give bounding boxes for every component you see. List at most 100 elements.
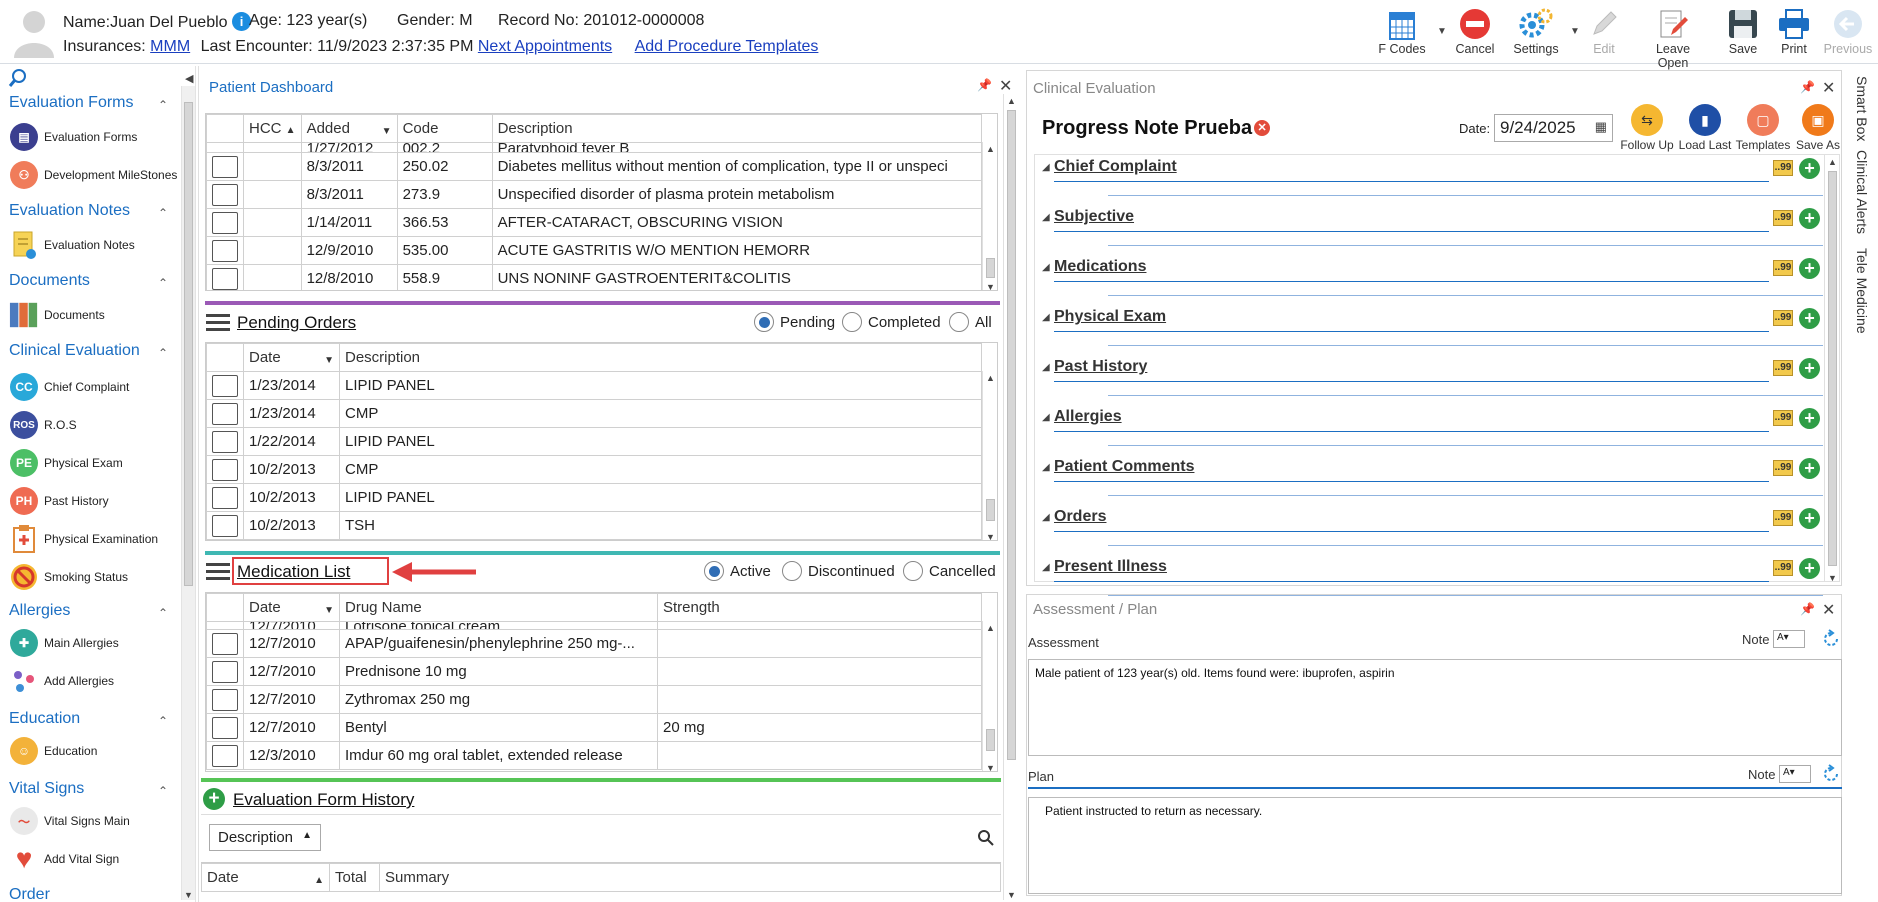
- add-icon[interactable]: +: [1799, 358, 1820, 379]
- pin-icon[interactable]: 📌: [977, 78, 992, 92]
- row-checkbox[interactable]: [212, 430, 238, 453]
- clinical-section-patient-comments[interactable]: ◢ Patient Comments ..99 +: [1042, 458, 1827, 508]
- save-as-button[interactable]: ▣ Save As: [1790, 104, 1846, 152]
- table-row[interactable]: 12/3/2010 Imdur 60 mg oral tablet, extend…: [206, 741, 982, 770]
- section-input-line[interactable]: [1108, 245, 1823, 246]
- clinical-section-chief-complaint[interactable]: ◢ Chief Complaint ..99 +: [1042, 158, 1827, 208]
- row-checkbox[interactable]: [212, 267, 238, 290]
- column-header-code[interactable]: Code: [396, 114, 493, 143]
- expand-triangle-icon[interactable]: ◢: [1042, 462, 1050, 473]
- table-row[interactable]: 8/3/2011 273.9 Unspecified disorder of pla…: [206, 180, 983, 209]
- quote-icon[interactable]: ..99: [1773, 360, 1793, 376]
- table-row[interactable]: 10/2/2013 TSH: [206, 511, 982, 540]
- sidebar-item-documents[interactable]: Documents: [9, 300, 105, 330]
- print-button[interactable]: Print: [1766, 6, 1822, 56]
- section-documents[interactable]: Documents: [9, 272, 90, 290]
- plan-textarea[interactable]: Patient instructed to return as necessar…: [1028, 797, 1842, 894]
- column-header-date[interactable]: Date ▲: [201, 863, 330, 892]
- pending-orders-title[interactable]: Pending Orders: [237, 313, 356, 333]
- chevron-up-icon[interactable]: ⌃: [158, 276, 168, 290]
- table-row[interactable]: 1/23/2014 LIPID PANEL: [206, 371, 982, 400]
- insurance-link[interactable]: MMM: [150, 38, 190, 55]
- radio-active[interactable]: Active: [704, 561, 771, 581]
- radio-discontinued[interactable]: Discontinued: [782, 561, 895, 581]
- table-row[interactable]: 12/7/2010 Lotrisone topical cream: [206, 621, 982, 630]
- dashboard-scrollbar[interactable]: ▲ ▼: [1003, 94, 1019, 900]
- section-label[interactable]: Chief Complaint: [1054, 158, 1177, 176]
- menu-icon[interactable]: [206, 563, 230, 584]
- date-field[interactable]: 9/24/2025 ▦: [1494, 114, 1613, 142]
- table-scrollbar[interactable]: ▲ ▼: [982, 621, 997, 771]
- table-row[interactable]: 10/2/2013 LIPID PANEL: [206, 483, 982, 512]
- sidebar-item-ros[interactable]: ROS R.O.S: [9, 410, 77, 440]
- quote-icon[interactable]: ..99: [1773, 210, 1793, 226]
- column-header-strength[interactable]: Strength: [657, 593, 982, 622]
- column-header-added[interactable]: Added ▼: [300, 114, 398, 143]
- row-checkbox[interactable]: [212, 458, 238, 481]
- expand-triangle-icon[interactable]: ◢: [1042, 262, 1050, 273]
- add-icon[interactable]: +: [1799, 308, 1820, 329]
- sidebar-item-evaluation-forms[interactable]: ▤ Evaluation Forms: [9, 122, 137, 152]
- collapse-sidebar-icon[interactable]: ◀: [185, 72, 193, 85]
- clinical-section-medications[interactable]: ◢ Medications ..99 +: [1042, 258, 1827, 308]
- quote-icon[interactable]: ..99: [1773, 160, 1793, 176]
- next-appointments-link[interactable]: Next Appointments: [478, 38, 612, 55]
- sidebar-item-add-vital-sign[interactable]: ♥ Add Vital Sign: [9, 844, 119, 874]
- column-header-total[interactable]: Total: [329, 863, 380, 892]
- table-row[interactable]: 12/7/2010 APAP/guaifenesin/phenylephrine …: [206, 629, 982, 658]
- add-icon[interactable]: +: [1799, 258, 1820, 279]
- sidebar-item-education[interactable]: ☺ Education: [9, 736, 97, 766]
- expand-triangle-icon[interactable]: ◢: [1042, 512, 1050, 523]
- pin-icon[interactable]: 📌: [1800, 80, 1815, 94]
- row-checkbox[interactable]: [212, 486, 238, 509]
- section-input-line[interactable]: [1108, 345, 1823, 346]
- section-label[interactable]: Allergies: [1054, 408, 1122, 426]
- radio-all[interactable]: All: [949, 312, 992, 332]
- tab-smart-box[interactable]: Smart Box: [1854, 76, 1870, 141]
- row-checkbox[interactable]: [212, 632, 238, 655]
- quote-icon[interactable]: ..99: [1773, 260, 1793, 276]
- section-label[interactable]: Orders: [1054, 508, 1106, 526]
- settings-button[interactable]: Settings: [1508, 6, 1564, 56]
- expand-triangle-icon[interactable]: ◢: [1042, 412, 1050, 423]
- section-evaluation-notes[interactable]: Evaluation Notes: [9, 202, 130, 220]
- clinical-section-physical-exam[interactable]: ◢ Physical Exam ..99 +: [1042, 308, 1827, 358]
- table-row[interactable]: 12/9/2010 535.00 ACUTE GASTRITIS W/O MENTI…: [206, 236, 983, 265]
- row-checkbox[interactable]: [212, 660, 238, 683]
- load-last-button[interactable]: ▮ Load Last: [1677, 104, 1733, 152]
- radio-cancelled[interactable]: Cancelled: [903, 561, 996, 581]
- sidebar-item-evaluation-notes[interactable]: Evaluation Notes: [9, 230, 135, 260]
- section-label[interactable]: Past History: [1054, 358, 1147, 376]
- clinical-section-allergies[interactable]: ◢ Allergies ..99 +: [1042, 408, 1827, 458]
- note-dropdown[interactable]: A▾: [1773, 630, 1805, 648]
- sidebar-item-past-history[interactable]: PH Past History: [9, 486, 109, 516]
- table-row[interactable]: 1/23/2014 CMP: [206, 399, 982, 428]
- section-label[interactable]: Present Illness: [1054, 558, 1167, 576]
- clinical-section-subjective[interactable]: ◢ Subjective ..99 +: [1042, 208, 1827, 258]
- assessment-textarea[interactable]: Male patient of 123 year(s) old. Items f…: [1028, 659, 1842, 756]
- templates-button[interactable]: ▢ Templates: [1735, 104, 1791, 152]
- add-procedure-templates-link[interactable]: Add Procedure Templates: [635, 38, 819, 55]
- follow-up-button[interactable]: ⇆ Follow Up: [1619, 104, 1675, 152]
- row-checkbox[interactable]: [212, 402, 238, 425]
- table-row[interactable]: 12/7/2010 Prednisone 10 mg: [206, 657, 982, 686]
- section-input-line[interactable]: [1108, 545, 1823, 546]
- section-vital-signs[interactable]: Vital Signs: [9, 780, 84, 798]
- column-header-drug-name[interactable]: Drug Name: [339, 593, 658, 622]
- sidebar-item-chief-complaint[interactable]: CC Chief Complaint: [9, 372, 129, 402]
- section-input-line[interactable]: [1108, 445, 1823, 446]
- quote-icon[interactable]: ..99: [1773, 410, 1793, 426]
- table-row[interactable]: 1/14/2011 366.53 AFTER-CATARACT, OBSCURING…: [206, 208, 983, 237]
- sidebar-item-physical-examination[interactable]: Physical Examination: [9, 524, 158, 554]
- pin-icon[interactable]: 📌: [1800, 602, 1815, 616]
- clinical-section-past-history[interactable]: ◢ Past History ..99 +: [1042, 358, 1827, 408]
- close-icon[interactable]: ✕: [999, 76, 1012, 96]
- chevron-up-icon[interactable]: ⌃: [158, 206, 168, 220]
- evaluation-form-history-title[interactable]: Evaluation Form History: [233, 790, 414, 810]
- note-dropdown[interactable]: A▾: [1779, 765, 1811, 783]
- quote-icon[interactable]: ..99: [1773, 510, 1793, 526]
- column-header-description[interactable]: Description: [491, 114, 983, 143]
- section-evaluation-forms[interactable]: Evaluation Forms: [9, 94, 134, 112]
- close-icon[interactable]: ✕: [1822, 600, 1835, 620]
- add-icon[interactable]: +: [1799, 458, 1820, 479]
